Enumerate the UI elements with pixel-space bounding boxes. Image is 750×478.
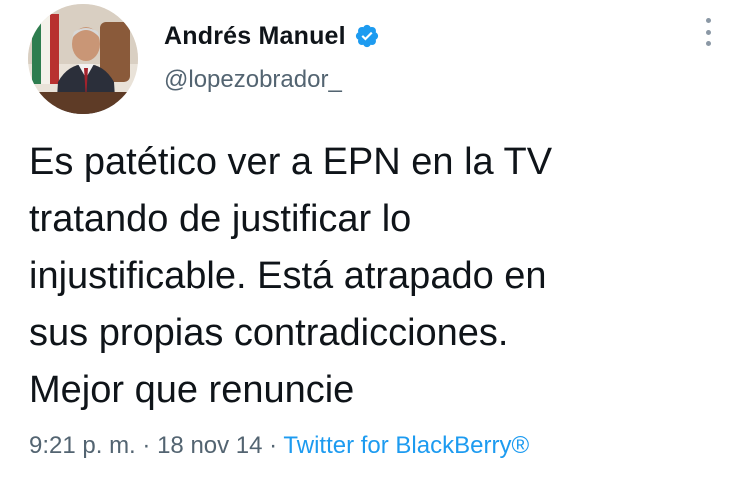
meta-separator: · <box>142 432 151 459</box>
tweet-text: Es patético ver a EPN en la TV tratando … <box>29 141 553 411</box>
tweet-time[interactable]: 9:21 p. m. <box>29 432 136 459</box>
meta-separator: · <box>269 432 278 459</box>
verified-badge-icon <box>354 23 380 49</box>
tweet-source-link[interactable]: Twitter for BlackBerry® <box>283 432 529 459</box>
more-dot <box>705 29 711 35</box>
author-display-name[interactable]: Andrés Manuel <box>164 22 346 51</box>
avatar-photo-icon <box>28 4 138 114</box>
author-avatar[interactable] <box>28 4 138 114</box>
more-dot <box>705 18 711 23</box>
author-name-row[interactable]: Andrés Manuel <box>164 18 380 54</box>
tweet-date[interactable]: 18 nov 14 <box>157 432 262 459</box>
more-dot <box>705 41 711 46</box>
tweet-card: Andrés Manuel @lopezobrador_ Es patético… <box>0 0 750 478</box>
more-options-icon[interactable] <box>697 14 719 50</box>
author-handle[interactable]: @lopezobrador_ <box>164 66 342 94</box>
tweet-metadata: 9:21 p. m. · 18 nov 14 · Twitter for Bla… <box>29 432 529 460</box>
